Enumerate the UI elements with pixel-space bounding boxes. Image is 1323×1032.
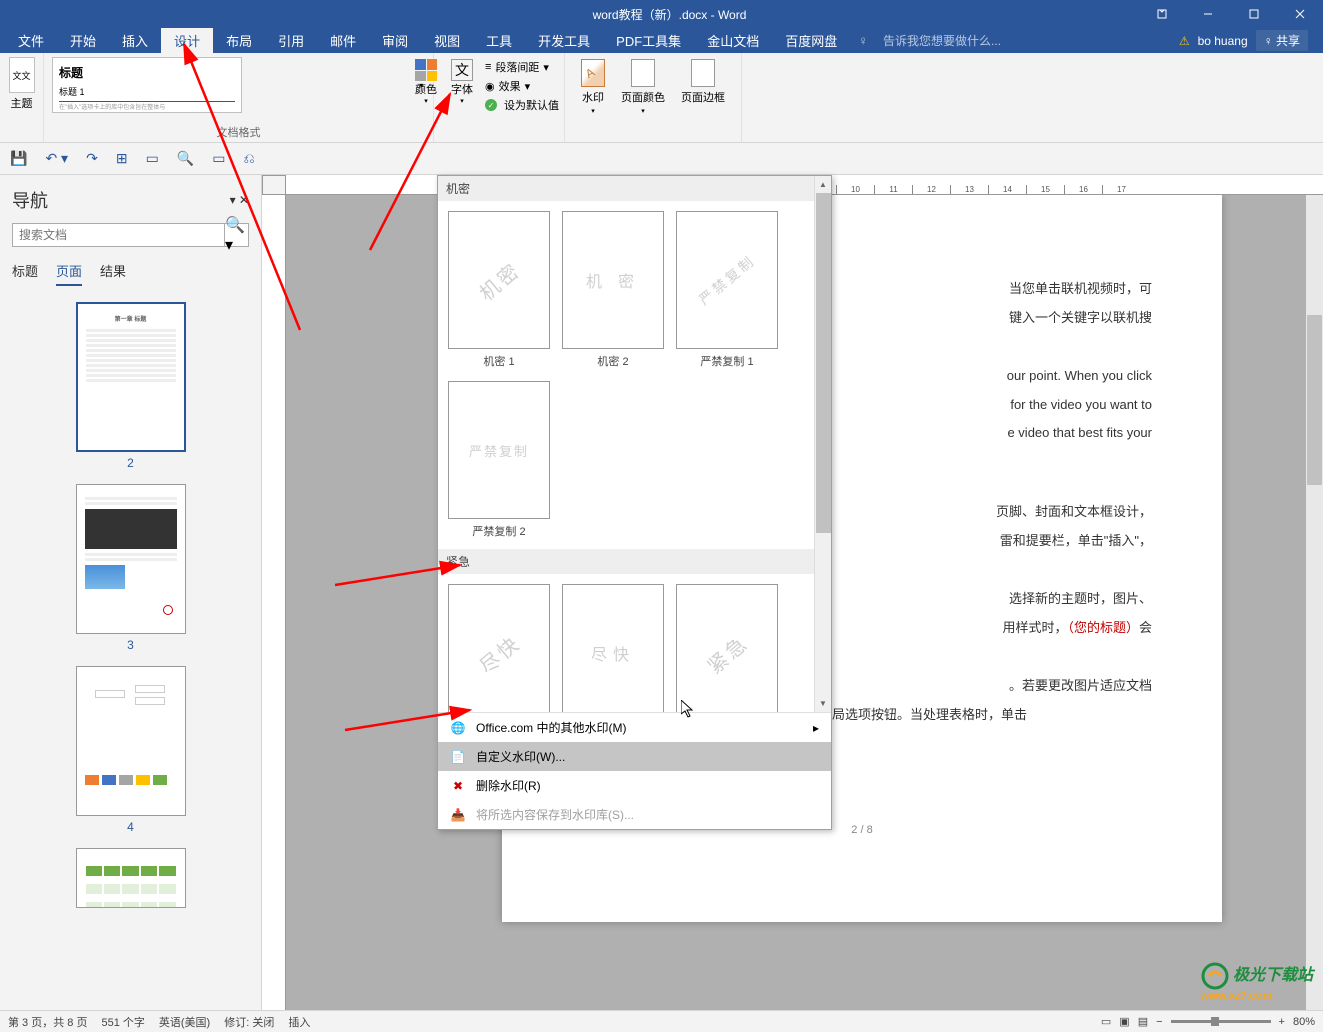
page-thumbnail-2[interactable]: 第一章 标题 — [76, 302, 186, 452]
page-num-3: 3 — [76, 638, 186, 652]
window-title: word教程（新）.docx - Word — [200, 6, 1139, 23]
page-num-2: 2 — [76, 456, 186, 470]
nav-close-icon[interactable]: ▾ ✕ — [230, 193, 249, 207]
warning-icon: ⚠ — [1179, 34, 1190, 48]
menu-review[interactable]: 审阅 — [369, 28, 421, 53]
wm-item-nocopy-2[interactable]: 严禁复制严禁复制 2 — [448, 381, 550, 539]
doc-format-group-label: 文档格式 — [44, 124, 433, 140]
qat-btn-4[interactable]: ⊞ — [116, 150, 128, 167]
fonts-button[interactable]: 文 字体▾ — [445, 57, 479, 107]
lightbulb-icon: ♀ — [858, 33, 868, 48]
search-icon[interactable]: 🔍▾ — [224, 224, 248, 246]
page-icon: 📄 — [450, 749, 466, 765]
effects-button[interactable]: ◉效果 ▾ — [485, 78, 559, 94]
vertical-scrollbar[interactable] — [1306, 175, 1323, 1010]
page-thumbnail-5[interactable] — [76, 848, 186, 908]
themes-label: 主题 — [11, 95, 33, 111]
wm-section-confidential: 机密 — [438, 176, 831, 201]
save-icon[interactable]: 💾 — [10, 150, 27, 167]
nav-tab-headings[interactable]: 标题 — [12, 261, 38, 286]
status-page[interactable]: 第 3 页，共 8 页 — [8, 1014, 87, 1030]
delete-icon: ✖ — [450, 778, 466, 794]
wm-menu-remove[interactable]: ✖ 删除水印(R) — [438, 771, 831, 800]
dropdown-scrollbar[interactable]: ▲ ▼ — [814, 176, 831, 712]
status-language[interactable]: 英语(美国) — [159, 1014, 210, 1030]
zoom-slider[interactable] — [1171, 1020, 1271, 1023]
nav-tab-pages[interactable]: 页面 — [56, 261, 82, 286]
watermark-dropdown: 机密 机密机密 1 机 密机密 2 严禁复制严禁复制 1 严禁复制严禁复制 2 … — [437, 175, 832, 830]
view-read-icon[interactable]: ▭ — [1101, 1015, 1111, 1028]
wm-item-urgent-1[interactable]: 紧急紧急 1 — [676, 584, 778, 712]
wm-menu-custom[interactable]: 📄 自定义水印(W)... — [438, 742, 831, 771]
wm-item-confidential-1[interactable]: 机密机密 1 — [448, 211, 550, 369]
wm-item-asap-1[interactable]: 尽快尽快 1 — [448, 584, 550, 712]
vertical-ruler[interactable] — [262, 195, 286, 1010]
ribbon-options-button[interactable] — [1139, 0, 1185, 28]
status-track-changes[interactable]: 修订: 关闭 — [224, 1014, 274, 1030]
menu-mailings[interactable]: 邮件 — [317, 28, 369, 53]
save-to-gallery-icon: 📥 — [450, 807, 466, 823]
wm-section-urgent: 紧急 — [438, 549, 831, 574]
set-default-button[interactable]: ✓设为默认值 — [485, 97, 559, 113]
menu-insert[interactable]: 插入 — [109, 28, 161, 53]
undo-icon[interactable]: ↶ ▾ — [45, 150, 68, 167]
tell-me-input[interactable]: 告诉我您想要做什么... — [883, 32, 1001, 49]
menu-baidu[interactable]: 百度网盘 — [772, 28, 850, 53]
redo-icon[interactable]: ↷ — [86, 150, 98, 167]
qat-btn-5[interactable]: ▭ — [146, 150, 159, 167]
qat-btn-7[interactable]: ▭ — [212, 150, 225, 167]
wm-item-nocopy-1[interactable]: 严禁复制严禁复制 1 — [676, 211, 778, 369]
view-web-icon[interactable]: ▤ — [1138, 1015, 1148, 1028]
page-borders-button[interactable]: 页面边框 — [673, 57, 733, 117]
qat-btn-6[interactable]: 🔍 — [177, 150, 194, 167]
wm-item-confidential-2[interactable]: 机 密机密 2 — [562, 211, 664, 369]
scrollbar-thumb[interactable] — [1307, 315, 1322, 485]
status-words[interactable]: 551 个字 — [101, 1014, 144, 1030]
colors-button[interactable]: 颜色▾ — [409, 57, 443, 107]
share-button[interactable]: ♀ 共享 — [1256, 30, 1308, 51]
maximize-button[interactable] — [1231, 0, 1277, 28]
nav-search-input[interactable] — [13, 224, 224, 246]
style-set-gallery[interactable]: 标题 标题 1 在"插入"选项卡上的库中包含旨在整体与 — [52, 57, 242, 113]
minimize-button[interactable] — [1185, 0, 1231, 28]
close-button[interactable] — [1277, 0, 1323, 28]
site-watermark: 极光下载站 www.xz7.com — [1201, 961, 1313, 1002]
wm-menu-office[interactable]: 🌐 Office.com 中的其他水印(M) ▸ — [438, 713, 831, 742]
qat-btn-8[interactable]: ⎌ — [243, 150, 254, 167]
scroll-down-icon[interactable]: ▼ — [815, 695, 831, 712]
menu-view[interactable]: 视图 — [421, 28, 473, 53]
menu-pdf[interactable]: PDF工具集 — [603, 28, 694, 53]
status-insert-mode[interactable]: 插入 — [288, 1014, 310, 1030]
page-color-button[interactable]: 页面颜色 ▾ — [613, 57, 673, 117]
wm-menu-save: 📥 将所选内容保存到水印库(S)... — [438, 800, 831, 829]
watermark-button[interactable]: A 水印 ▾ — [573, 57, 613, 117]
zoom-level[interactable]: 80% — [1293, 1016, 1315, 1028]
view-print-icon[interactable]: ▣ — [1119, 1015, 1129, 1028]
dropdown-scrollbar-thumb[interactable] — [816, 193, 831, 533]
nav-panel-title: 导航 — [12, 187, 48, 213]
menu-tools[interactable]: 工具 — [473, 28, 525, 53]
page-thumbnail-3[interactable] — [76, 484, 186, 634]
zoom-in-icon[interactable]: + — [1279, 1016, 1285, 1028]
themes-button[interactable]: 文文 — [9, 57, 35, 93]
paragraph-spacing-button[interactable]: ≡段落间距 ▾ — [485, 59, 559, 75]
menu-file[interactable]: 文件 — [5, 28, 57, 53]
menu-home[interactable]: 开始 — [57, 28, 109, 53]
page-thumbnail-4[interactable] — [76, 666, 186, 816]
ruler-corner — [262, 175, 286, 195]
zoom-out-icon[interactable]: − — [1156, 1016, 1162, 1028]
menu-references[interactable]: 引用 — [265, 28, 317, 53]
scroll-up-icon[interactable]: ▲ — [815, 176, 831, 193]
menu-layout[interactable]: 布局 — [213, 28, 265, 53]
wm-item-asap-2[interactable]: 尽快尽快 2 — [562, 584, 664, 712]
chevron-right-icon: ▸ — [813, 721, 819, 735]
menu-design[interactable]: 设计 — [161, 28, 213, 53]
globe-icon: 🌐 — [450, 720, 466, 736]
menu-kingsoft[interactable]: 金山文档 — [694, 28, 772, 53]
user-name[interactable]: bo huang — [1198, 34, 1248, 48]
nav-tab-results[interactable]: 结果 — [100, 261, 126, 286]
page-num-4: 4 — [76, 820, 186, 834]
menu-developer[interactable]: 开发工具 — [525, 28, 603, 53]
